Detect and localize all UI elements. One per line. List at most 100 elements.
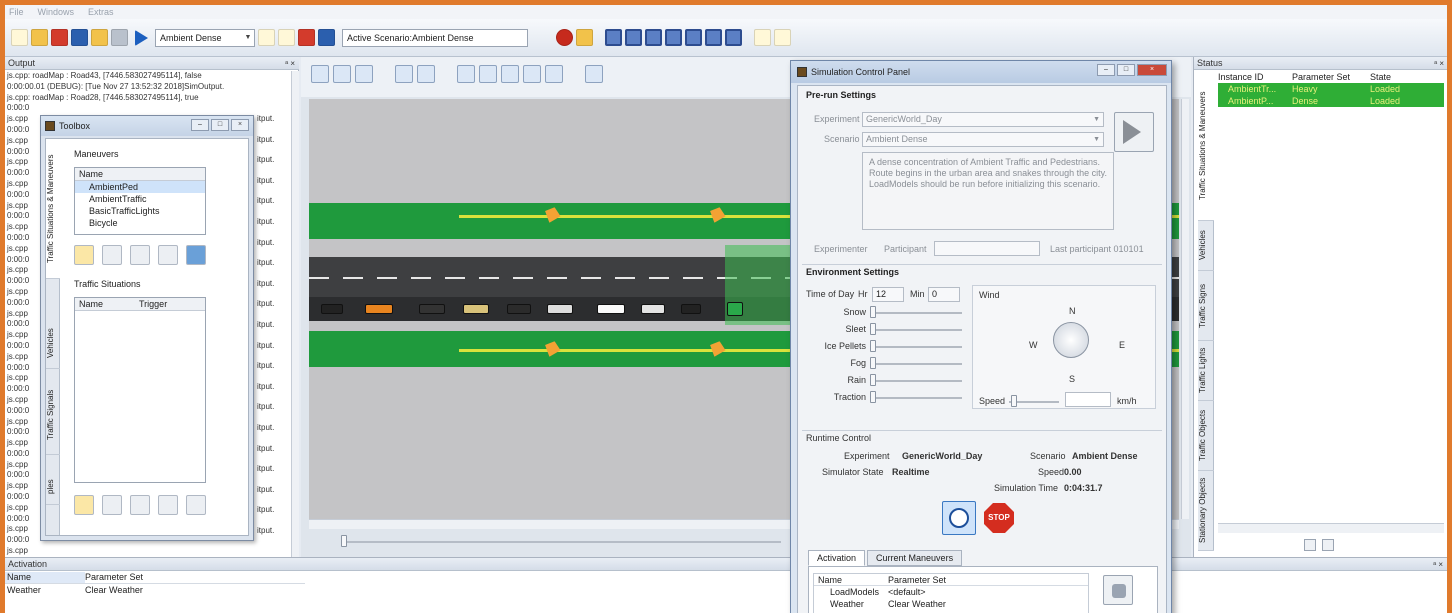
frame-icon[interactable] [479, 65, 497, 83]
maximize-icon[interactable]: □ [211, 119, 229, 131]
list-item[interactable]: AmbientTraffic [75, 193, 205, 205]
play-icon[interactable] [135, 29, 148, 46]
list-item[interactable]: BasicTrafficLights [75, 205, 205, 217]
import-maneuver-icon[interactable] [186, 245, 206, 265]
new-scenario-icon[interactable] [258, 29, 275, 46]
window-layout-icon-3[interactable] [645, 29, 662, 46]
close-icon[interactable]: × [231, 119, 249, 131]
simpanel-titlebar[interactable]: Simulation Control Panel – □ × [791, 61, 1171, 83]
tab-traffic-signals[interactable]: Traffic Signals [46, 375, 60, 455]
status-tab[interactable]: Vehicles [1198, 221, 1214, 271]
delete-icon[interactable] [1322, 539, 1334, 551]
select-icon[interactable] [311, 65, 329, 83]
weather-slider-thumb[interactable] [870, 357, 876, 369]
settings-icon[interactable] [111, 29, 128, 46]
maneuvers-list[interactable]: Name AmbientPed AmbientTraffic BasicTraf… [74, 167, 206, 235]
save-icon[interactable] [71, 29, 88, 46]
new-maneuver-icon[interactable] [74, 245, 94, 265]
zoom-out-icon[interactable] [523, 65, 541, 83]
ego-vehicle[interactable] [727, 302, 743, 316]
status-pin-close[interactable]: ᵃ × [1434, 57, 1444, 70]
tab-traffic-situations[interactable]: Traffic Situations & Maneuvers [46, 139, 60, 279]
tab-samples[interactable]: ples [46, 469, 60, 505]
output-pin-close[interactable]: ᵃ × [285, 57, 295, 70]
warning-icon[interactable] [576, 29, 593, 46]
import-situation-icon[interactable] [186, 495, 206, 515]
table-row[interactable]: LoadModels <default> [814, 586, 1088, 598]
window-layout-icon-5[interactable] [685, 29, 702, 46]
col-parameter-set[interactable]: Parameter Set [888, 574, 946, 585]
col-parameter-set[interactable]: Parameter Set [1292, 71, 1370, 83]
vehicle[interactable] [463, 304, 489, 314]
realtime-clock-button[interactable] [942, 501, 976, 535]
run-button[interactable] [1114, 112, 1154, 152]
vehicle[interactable] [547, 304, 573, 314]
scenario-select[interactable]: Ambient Dense ▼ [862, 132, 1104, 147]
document-icon[interactable] [774, 29, 791, 46]
vehicle[interactable] [321, 304, 343, 314]
weather-slider-thumb[interactable] [870, 306, 876, 318]
edit-maneuver-icon[interactable] [102, 245, 122, 265]
vehicle[interactable] [507, 304, 531, 314]
open-recent-icon[interactable] [51, 29, 68, 46]
col-name[interactable]: Name [814, 574, 888, 585]
window-layout-icon-7[interactable] [725, 29, 742, 46]
table-row[interactable]: AmbientTr... Heavy Loaded [1218, 83, 1444, 95]
close-icon[interactable]: × [1137, 64, 1167, 76]
window-layout-icon-4[interactable] [665, 29, 682, 46]
vehicle[interactable] [419, 304, 445, 314]
experiment-select[interactable]: GenericWorld_Day ▼ [862, 112, 1104, 127]
minimize-icon[interactable]: – [191, 119, 209, 131]
status-hscroll[interactable] [1218, 523, 1444, 533]
edit-situation-icon[interactable] [102, 495, 122, 515]
window-layout-icon-1[interactable] [605, 29, 622, 46]
fit-icon[interactable] [457, 65, 475, 83]
stop-icon[interactable] [556, 29, 573, 46]
traffic-situations-list[interactable]: Name Trigger [74, 297, 206, 483]
act-col-param[interactable]: Parameter Set [85, 572, 143, 583]
col-trigger[interactable]: Trigger [139, 298, 167, 310]
new-situation-icon[interactable] [74, 495, 94, 515]
tab-current-maneuvers[interactable]: Current Maneuvers [867, 550, 963, 566]
wind-speed-thumb[interactable] [1011, 395, 1017, 407]
copy-situation-icon[interactable] [130, 495, 150, 515]
refresh-icon[interactable] [318, 29, 335, 46]
time-slider-thumb[interactable] [341, 535, 347, 547]
refresh-icon[interactable] [1304, 539, 1316, 551]
delete-situation-icon[interactable] [158, 495, 178, 515]
activation-list[interactable]: Name Parameter Set LoadModels <default> … [813, 573, 1089, 613]
move-icon[interactable] [333, 65, 351, 83]
open-folder-icon[interactable] [31, 29, 48, 46]
weather-slider[interactable] [870, 346, 962, 348]
table-row[interactable]: AmbientP... Dense Loaded [1218, 95, 1444, 107]
copy-maneuver-icon[interactable] [130, 245, 150, 265]
activation-pin-close[interactable]: ᵃ × [1433, 558, 1443, 571]
participant-input[interactable] [934, 241, 1040, 256]
stop-button[interactable]: STOP [984, 503, 1014, 533]
menu-extras[interactable]: Extras [88, 7, 114, 17]
vehicle[interactable] [365, 304, 393, 314]
wind-direction-dial[interactable] [1053, 322, 1089, 358]
hour-spinner[interactable]: 12 [872, 287, 904, 302]
weather-slider[interactable] [870, 329, 962, 331]
view-side-icon[interactable] [417, 65, 435, 83]
minimize-icon[interactable]: – [1097, 64, 1115, 76]
scenario-select[interactable]: Ambient Dense ▼ [155, 28, 255, 47]
col-name[interactable]: Name [79, 298, 103, 310]
toolbox-titlebar[interactable]: Toolbox – □ × [41, 116, 253, 136]
status-tab[interactable]: Traffic Situations & Maneuvers [1198, 71, 1214, 221]
status-tab[interactable]: Traffic Signs [1198, 271, 1214, 341]
viewport-vscroll[interactable] [1181, 99, 1189, 519]
menu-windows[interactable]: Windows [38, 7, 75, 17]
window-layout-icon-2[interactable] [625, 29, 642, 46]
status-tab[interactable]: Stationary Objects [1198, 471, 1214, 551]
minute-spinner[interactable]: 0 [928, 287, 960, 302]
weather-slider[interactable] [870, 312, 962, 314]
grid-icon[interactable] [355, 65, 373, 83]
weather-slider-thumb[interactable] [870, 323, 876, 335]
zoom-in-icon[interactable] [501, 65, 519, 83]
maneuvers-list-header[interactable]: Name [75, 168, 205, 181]
export-icon[interactable] [298, 29, 315, 46]
weather-slider-thumb[interactable] [870, 391, 876, 403]
status-tab[interactable]: Traffic Objects [1198, 401, 1214, 471]
